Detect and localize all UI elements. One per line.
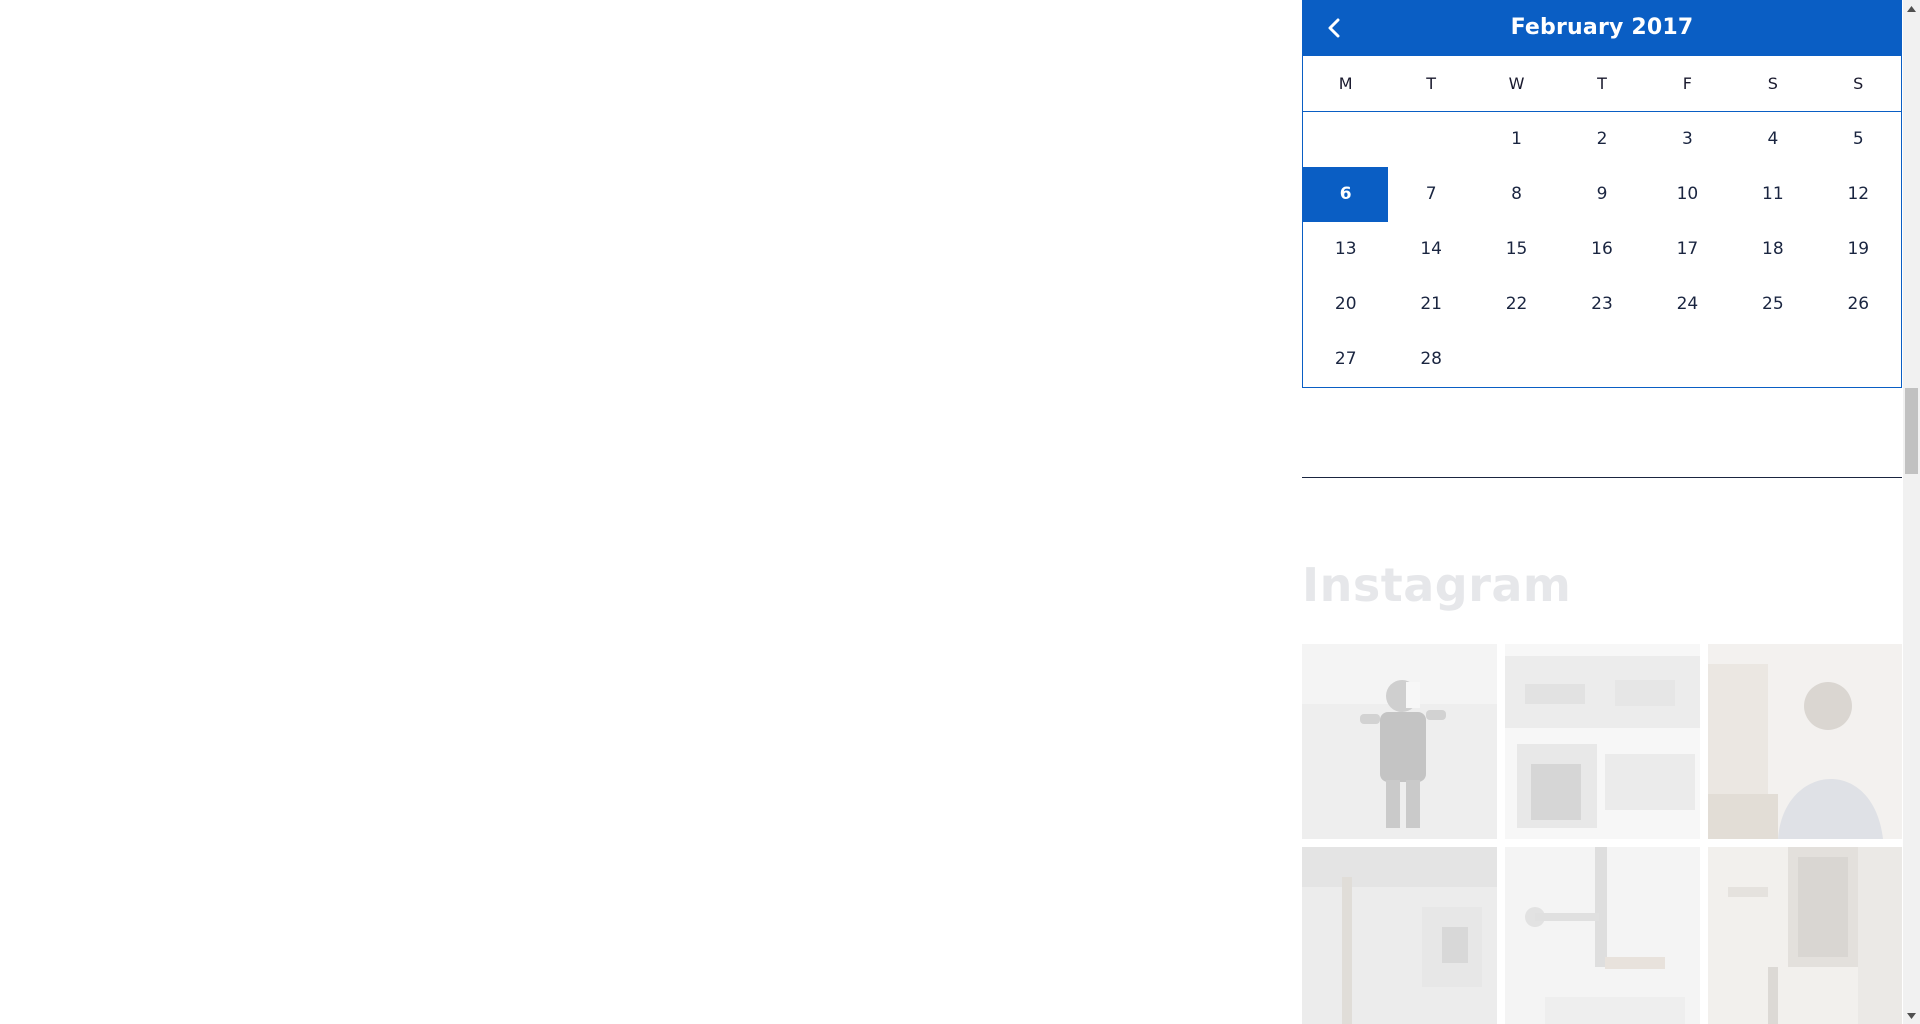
calendar-day[interactable]: 22 [1474,277,1559,332]
calendar-day[interactable]: 19 [1816,222,1901,277]
calendar-day[interactable]: 2 [1559,112,1644,167]
calendar-day[interactable]: 26 [1816,277,1901,332]
calendar-day[interactable]: 28 [1388,332,1473,387]
calendar-month-title: February 2017 [1510,15,1694,40]
instagram-feed [1302,644,1902,1024]
weekday-label: W [1508,74,1525,93]
weekday-header-row: M T W T F S S [1303,56,1901,112]
weekday-label: T [1426,74,1437,93]
instagram-photo[interactable] [1505,847,1700,1024]
scroll-up-arrow[interactable] [1903,0,1920,17]
calendar-day[interactable]: 8 [1474,167,1559,222]
calendar-day[interactable]: 13 [1303,222,1388,277]
calendar-day[interactable]: 1 [1474,112,1559,167]
calendar-days-grid: 1 2 3 4 5 6 7 8 9 10 11 12 13 14 15 16 17 18 19 20 21 22 23 24 2… [1303,112,1901,387]
photo-woman-smiling [1708,644,1902,839]
instagram-photo[interactable] [1708,847,1902,1024]
calendar-day[interactable]: 12 [1816,167,1901,222]
calendar-day[interactable]: 23 [1559,277,1644,332]
photo-construction-frame [1302,847,1497,1024]
calendar-day[interactable]: 5 [1816,112,1901,167]
calendar-day[interactable]: 4 [1730,112,1815,167]
weekday-label: F [1682,74,1692,93]
triangle-up-icon [1907,5,1916,12]
calendar-day[interactable]: 25 [1730,277,1815,332]
calendar-widget: February 2017 M T W T F S S 1 2 3 4 5 6 7 8 9 10 1… [1302,0,1902,388]
instagram-photo[interactable] [1505,644,1700,839]
calendar-day[interactable]: 10 [1645,167,1730,222]
calendar-day[interactable]: 14 [1388,222,1473,277]
triangle-down-icon [1907,1012,1916,1019]
calendar-header: February 2017 [1302,0,1902,56]
calendar-day[interactable]: 17 [1645,222,1730,277]
page: February 2017 M T W T F S S 1 2 3 4 5 6 7 8 9 10 1… [0,0,1920,1024]
instagram-heading: Instagram [1302,558,1572,612]
instagram-photo[interactable] [1708,644,1902,839]
section-divider [1302,477,1902,478]
weekday-label: S [1853,74,1864,93]
photo-interior-cabinet [1708,847,1902,1024]
photo-person-thumbs-up [1302,644,1497,839]
calendar-day[interactable]: 7 [1388,167,1473,222]
calendar-empty-cell [1303,112,1388,167]
calendar-empty-cell [1388,112,1473,167]
photo-plumbing-pipes [1505,847,1700,1024]
calendar-day[interactable]: 27 [1303,332,1388,387]
photo-collage-products [1505,644,1700,839]
calendar-day[interactable]: 20 [1303,277,1388,332]
calendar-day[interactable]: 21 [1388,277,1473,332]
vertical-scrollbar[interactable] [1903,0,1920,1024]
calendar-day[interactable]: 15 [1474,222,1559,277]
calendar-day[interactable]: 24 [1645,277,1730,332]
calendar-day[interactable]: 16 [1559,222,1644,277]
weekday-label: S [1767,74,1778,93]
scroll-down-arrow[interactable] [1903,1007,1920,1024]
calendar-day[interactable]: 18 [1730,222,1815,277]
instagram-photo[interactable] [1302,847,1497,1024]
calendar-day-today[interactable]: 6 [1303,167,1389,222]
calendar-day[interactable]: 3 [1645,112,1730,167]
weekday-label: M [1338,74,1353,93]
scroll-thumb[interactable] [1905,388,1918,474]
calendar-day[interactable]: 9 [1559,167,1644,222]
weekday-label: T [1597,74,1607,93]
calendar-day[interactable]: 11 [1730,167,1815,222]
instagram-photo[interactable] [1302,644,1497,839]
